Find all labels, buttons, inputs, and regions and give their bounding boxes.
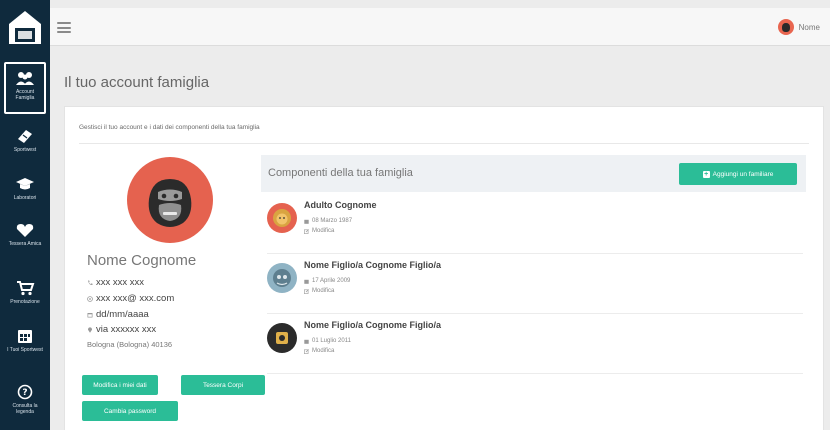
list-item: Adulto Cognome 08 Marzo 1987 Modifica xyxy=(267,197,797,253)
edit-icon xyxy=(304,228,309,234)
profile-city: Bologna (Bologna) 40136 xyxy=(87,340,173,349)
topbar: Nome xyxy=(50,8,830,46)
heart-icon xyxy=(16,224,34,237)
members-header: Componenti della tua famiglia + Aggiungi… xyxy=(261,155,806,192)
sidebar-item-prenotazione[interactable]: Prenotazione xyxy=(4,280,46,305)
sidebar-item-label: Tessera Amica xyxy=(8,241,42,247)
page-title: Il tuo account famiglia xyxy=(64,74,210,91)
member-edit-link[interactable]: Modifica xyxy=(304,288,334,294)
calendar-icon xyxy=(18,330,32,343)
phone-icon xyxy=(88,280,93,285)
sidebar-item-label: Sportwest xyxy=(13,147,37,153)
calendar-icon xyxy=(304,339,309,344)
profile-address: via xxxxxx xxx xyxy=(87,324,156,335)
child-avatar-icon xyxy=(267,263,297,293)
sidebar-item-label: Laboratori xyxy=(13,195,37,201)
divider xyxy=(267,373,803,374)
calendar-icon xyxy=(304,219,309,224)
edit-profile-button[interactable]: Modifica i miei dati xyxy=(82,375,158,395)
divider xyxy=(267,313,803,314)
at-icon xyxy=(87,295,93,302)
user-name: Nome xyxy=(798,22,820,32)
member-birthdate: 01 Luglio 2011 xyxy=(304,338,351,344)
member-name: Nome Figlio/a Cognome Figlio/a xyxy=(304,260,442,270)
sidebar-item-account-famiglia[interactable]: Account Famiglia xyxy=(4,62,46,114)
calendar-icon xyxy=(87,312,93,317)
graduation-cap-icon xyxy=(16,178,34,190)
ticket-icon xyxy=(18,130,32,143)
member-edit-link[interactable]: Modifica xyxy=(304,228,334,234)
list-item: Nome Figlio/a Cognome Figlio/a 01 Luglio… xyxy=(267,317,797,373)
member-edit-link[interactable]: Modifica xyxy=(304,348,334,354)
family-icon xyxy=(16,72,34,85)
user-menu[interactable]: Nome xyxy=(777,19,820,35)
sidebar: Account Famiglia Sportwest Laboratori Te… xyxy=(0,0,50,430)
profile-name: Nome Cognome xyxy=(87,252,197,269)
house-logo-icon[interactable] xyxy=(6,8,44,46)
list-item: Nome Figlio/a Cognome Figlio/a 17 Aprile… xyxy=(267,257,797,313)
divider xyxy=(267,253,803,254)
help-icon: ? xyxy=(17,384,33,400)
calendar-icon xyxy=(304,279,309,284)
gorilla-icon xyxy=(148,179,192,227)
profile-avatar xyxy=(127,157,213,243)
cart-icon xyxy=(17,281,35,296)
edit-icon xyxy=(304,348,309,354)
hamburger-icon[interactable] xyxy=(57,22,71,33)
location-icon xyxy=(88,326,92,333)
sidebar-item-label: Prenotazione xyxy=(10,299,40,305)
profile-email: xxx xxx@ xxx.com xyxy=(87,293,174,304)
account-card: Gestisci il tuo account e i dati dei com… xyxy=(64,106,824,430)
sidebar-item-label: Consulta la legenda xyxy=(12,403,38,415)
profile-phone: xxx xxx xxx xyxy=(87,277,144,288)
child-avatar-icon xyxy=(267,323,297,353)
divider xyxy=(79,143,809,144)
member-name: Adulto Cognome xyxy=(304,200,377,210)
gorilla-icon xyxy=(781,22,790,32)
sidebar-item-label: I Tuoi Sportwest xyxy=(7,347,43,353)
members-title: Componenti della tua famiglia xyxy=(268,167,413,179)
plus-icon: + xyxy=(702,170,710,178)
sidebar-item-consulta-legenda[interactable]: ? Consulta la legenda xyxy=(4,384,46,415)
add-member-button[interactable]: + Aggiungi un familiare xyxy=(679,163,797,185)
sidebar-item-sportwest[interactable]: Sportwest xyxy=(4,128,46,153)
member-name: Nome Figlio/a Cognome Figlio/a xyxy=(304,320,442,330)
member-birthdate: 08 Marzo 1987 xyxy=(304,218,352,224)
tessera-button[interactable]: Tessera Corpi xyxy=(181,375,265,395)
edit-icon xyxy=(304,288,309,294)
card-subtitle: Gestisci il tuo account e i dati dei com… xyxy=(79,124,260,131)
sidebar-item-tessera-amica[interactable]: Tessera Amica xyxy=(4,222,46,247)
sidebar-item-label: Account Famiglia xyxy=(15,89,35,101)
lion-avatar-icon xyxy=(267,203,297,233)
member-birthdate: 17 Aprile 2009 xyxy=(304,278,350,284)
svg-text:?: ? xyxy=(22,388,27,398)
avatar xyxy=(777,19,794,35)
change-password-button[interactable]: Cambia password xyxy=(82,401,178,421)
sidebar-item-i-tuoi-sportwest[interactable]: I Tuoi Sportwest xyxy=(4,328,46,353)
profile-birthdate: dd/mm/aaaa xyxy=(87,309,149,320)
sidebar-item-laboratori[interactable]: Laboratori xyxy=(4,176,46,201)
